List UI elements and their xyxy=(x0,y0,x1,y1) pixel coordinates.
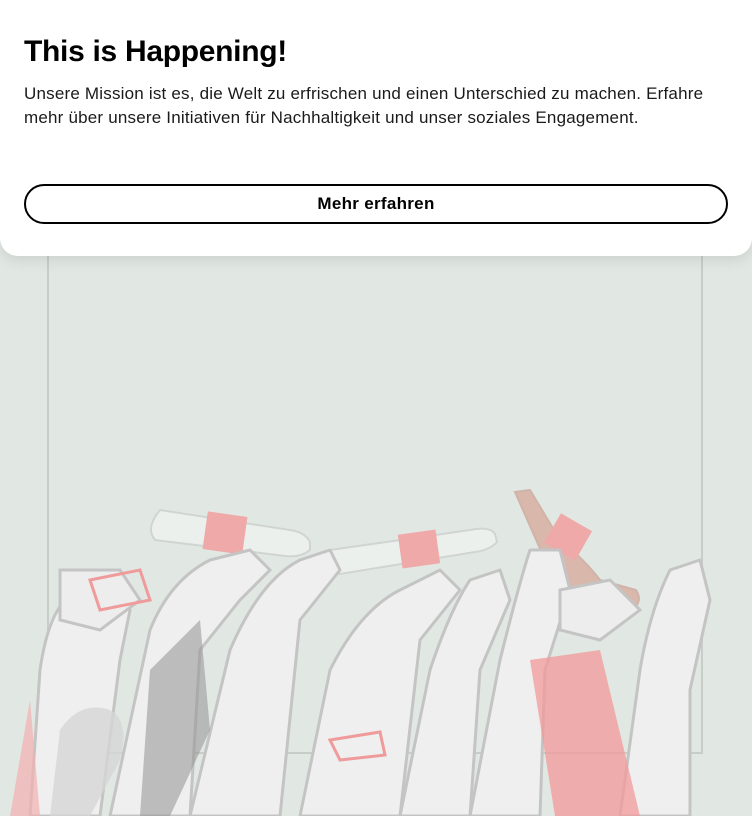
learn-more-button[interactable]: Mehr erfahren xyxy=(24,184,728,224)
bottle-icon xyxy=(150,508,311,558)
hands-bottles-illustration xyxy=(10,488,712,816)
mission-card: This is Happening! Unsere Mission ist es… xyxy=(0,0,752,256)
card-title: This is Happening! xyxy=(24,35,287,68)
card-body-text: Unsere Mission ist es, die Welt zu erfri… xyxy=(24,84,704,127)
bottle-icon xyxy=(327,527,499,576)
